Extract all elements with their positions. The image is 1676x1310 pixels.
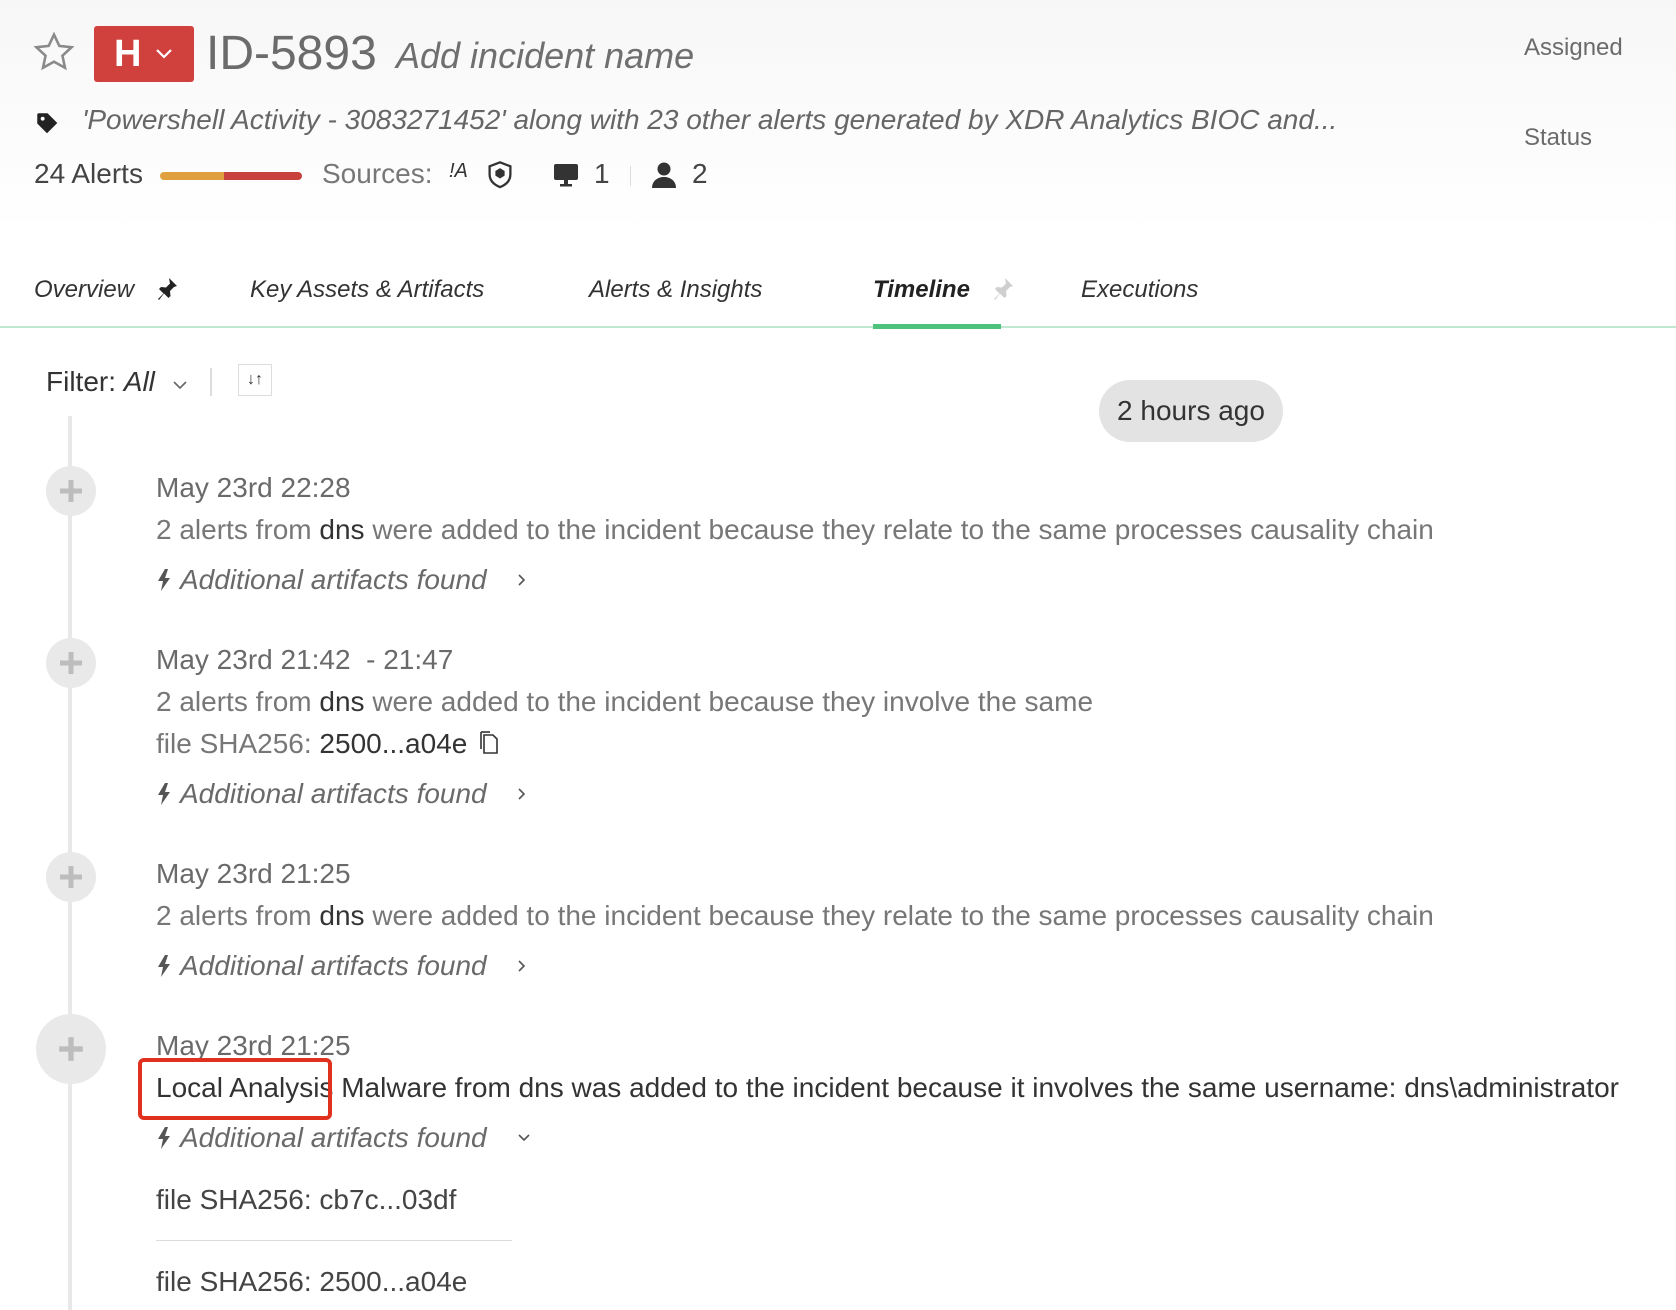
incident-name-input[interactable]: Add incident name — [396, 32, 694, 80]
bolt-icon — [158, 1127, 170, 1149]
plus-icon — [60, 480, 82, 502]
entry-source: dns — [319, 686, 365, 717]
entry-text-post: were added to the incident because they … — [364, 900, 1434, 931]
chevron-down-icon — [518, 1134, 530, 1142]
shield-icon — [488, 161, 512, 189]
entry-date: May 23rd 21:25 — [156, 858, 351, 889]
tab-label: Alerts & Insights — [589, 276, 763, 303]
plus-icon — [60, 866, 82, 888]
sort-order-button[interactable]: ↓↑ — [238, 364, 272, 396]
entry-text-post: were added to the incident because they … — [364, 686, 1094, 717]
highlight-annotation — [138, 1058, 332, 1120]
entry-description: 2 alerts from dns were added to the inci… — [156, 686, 1093, 718]
artifacts-label: Additional artifacts found — [180, 950, 487, 981]
bolt-icon — [158, 569, 170, 591]
incident-description: 'Powershell Activity - 3083271452' along… — [82, 104, 1338, 135]
additional-artifacts-toggle[interactable]: Additional artifacts found — [156, 778, 527, 810]
chevron-right-icon — [518, 960, 525, 972]
filter-value: All — [123, 366, 155, 397]
bolt-icon — [158, 783, 170, 805]
entry-text-pre: 2 alerts from — [156, 514, 320, 545]
expand-entry-button[interactable] — [36, 1014, 106, 1084]
entry-source: dns — [319, 514, 365, 545]
additional-artifacts-toggle[interactable]: Additional artifacts found — [156, 1122, 531, 1154]
tab-timeline[interactable]: Timeline — [873, 276, 1015, 304]
chevron-right-icon — [518, 788, 525, 800]
expand-entry-button[interactable] — [46, 852, 96, 902]
artifact-item[interactable]: file SHA256: 2500...a04e — [156, 1266, 467, 1298]
chevron-right-icon — [518, 574, 525, 586]
user-count[interactable]: 2 — [692, 158, 708, 190]
active-tab-indicator — [873, 324, 1001, 329]
tab-label: Timeline — [873, 276, 970, 303]
user-icon — [652, 162, 676, 188]
sort-icon: ↓↑ — [247, 371, 263, 388]
entry-sha: file SHA256: 2500...a04e — [156, 728, 499, 760]
artifact-divider — [156, 1240, 512, 1241]
copy-icon[interactable] — [479, 730, 499, 756]
artifacts-label: Additional artifacts found — [180, 778, 487, 809]
pin-icon[interactable] — [155, 276, 179, 300]
additional-artifacts-toggle[interactable]: Additional artifacts found — [156, 564, 527, 596]
host-count[interactable]: 1 — [594, 158, 610, 190]
pin-icon[interactable] — [991, 276, 1015, 300]
entry-text-post: were added to the incident because they … — [364, 514, 1434, 545]
alerts-count[interactable]: 24 Alerts — [34, 158, 143, 190]
severity-badge[interactable]: H — [94, 26, 194, 82]
tab-label: Key Assets & Artifacts — [250, 276, 485, 303]
analytics-source-icon: !A — [449, 160, 468, 182]
assigned-label: Assigned — [1524, 34, 1623, 61]
expand-entry-button[interactable] — [46, 638, 96, 688]
tab-label: Overview — [34, 276, 135, 303]
plus-icon — [60, 652, 82, 674]
tab-label: Executions — [1081, 276, 1199, 303]
monitor-icon — [554, 164, 578, 187]
time-group-pill: 2 hours ago — [1099, 380, 1283, 442]
severity-bar-high — [223, 172, 302, 180]
artifacts-label: Additional artifacts found — [180, 564, 487, 595]
entry-source: dns — [319, 900, 365, 931]
status-label: Status — [1524, 124, 1593, 151]
sha-label: file SHA256: — [156, 728, 320, 759]
filter-dropdown[interactable]: Filter: All — [46, 366, 155, 398]
entry-description: 2 alerts from dns were added to the inci… — [156, 514, 1434, 546]
entry-date: May 23rd 21:42 - 21:47 — [156, 644, 454, 675]
additional-artifacts-toggle[interactable]: Additional artifacts found — [156, 950, 527, 982]
filter-divider — [210, 368, 212, 396]
incident-id: ID-5893 — [206, 27, 377, 80]
entry-text-pre: 2 alerts from — [156, 686, 320, 717]
chevron-down-icon[interactable] — [172, 380, 188, 390]
entry-text-pre: 2 alerts from — [156, 900, 320, 931]
star-icon[interactable] — [32, 30, 76, 74]
tabs-baseline — [0, 326, 1676, 328]
severity-letter: H — [114, 33, 142, 75]
plus-icon — [59, 1037, 83, 1061]
filter-label: Filter: — [46, 366, 116, 397]
bolt-icon — [158, 955, 170, 977]
tab-executions[interactable]: Executions — [1081, 276, 1198, 304]
artifacts-label: Additional artifacts found — [180, 1122, 487, 1153]
chevron-down-icon — [156, 49, 173, 59]
tab-key-assets[interactable]: Key Assets & Artifacts — [250, 276, 484, 304]
entry-text-post: Malware from dns was added to the incide… — [333, 1072, 1619, 1103]
tab-alerts-insights[interactable]: Alerts & Insights — [589, 276, 762, 304]
entry-description: Local Analysis Malware from dns was adde… — [156, 1072, 1619, 1104]
sources-label: Sources: — [322, 158, 433, 189]
alert-severity-bar — [160, 172, 302, 180]
severity-bar-medium — [160, 172, 224, 180]
stats-divider — [630, 166, 631, 186]
entry-description: 2 alerts from dns were added to the inci… — [156, 900, 1434, 932]
artifact-item[interactable]: file SHA256: cb7c...03df — [156, 1184, 456, 1216]
sha-value: 2500...a04e — [319, 728, 468, 759]
tag-icon — [37, 113, 58, 134]
entry-date: May 23rd 22:28 — [156, 472, 351, 503]
expand-entry-button[interactable] — [46, 466, 96, 516]
tab-overview[interactable]: Overview — [34, 276, 179, 304]
